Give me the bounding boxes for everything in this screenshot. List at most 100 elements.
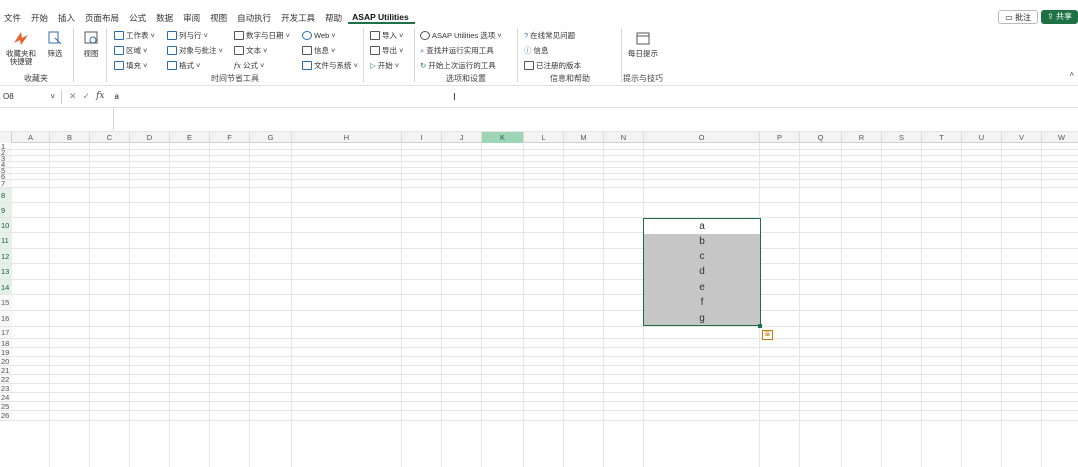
column-header[interactable]: K [482,132,524,143]
quick-analysis-icon[interactable]: ≣ [762,330,773,340]
row-header[interactable]: 11 [0,233,12,249]
filter-button[interactable]: 筛选 [42,28,68,58]
row-header[interactable]: 22 [0,375,12,384]
share-button[interactable]: ⇪ 共享 [1041,10,1078,24]
columns-rows-menu[interactable]: 列与行 ˅ [167,29,208,42]
group-options: ASAP Utilities 选项 ˅ ⌕ 查找并运行实用工具 ↻ 开始上次运行的工… [420,29,502,83]
column-header[interactable]: R [842,132,882,143]
row-header[interactable]: 8 [0,188,12,203]
numbers-dates-menu[interactable]: 数字与日期 ˅ [234,29,290,42]
rerun-last-tool-button[interactable]: ↻ 开始上次运行的工具 [420,59,496,72]
tab-file[interactable]: 文件 [0,0,27,24]
online-faq-button[interactable]: ? 在线常见问题 [524,29,575,42]
row-header[interactable]: 20 [0,357,12,366]
comment-button[interactable]: ▭ 批注 [998,10,1039,24]
range-menu[interactable]: 区域 ˅ [114,44,147,57]
tab-review[interactable]: 审阅 [179,0,206,24]
row-header[interactable]: 18 [0,339,12,348]
formulas-menu[interactable]: fx 公式 ˅ [234,59,264,72]
column-header[interactable]: F [210,132,250,143]
row-header[interactable]: 23 [0,384,12,393]
column-header[interactable]: A [12,132,50,143]
export-menu[interactable]: 导出 ˅ [370,44,403,57]
name-box[interactable]: O8 ˅ [0,89,58,105]
cancel-icon[interactable]: ✕ [69,91,77,102]
column-header[interactable]: H [292,132,402,143]
column-header[interactable]: I [402,132,442,143]
row-header[interactable]: 9 [0,203,12,218]
column-header[interactable]: T [922,132,962,143]
file-system-menu[interactable]: 文件与系统 ˅ [302,59,358,72]
asap-options-menu[interactable]: ASAP Utilities 选项 ˅ [420,29,502,42]
favorites-button[interactable]: 收藏夹和快捷键 [4,28,38,66]
fill-handle[interactable] [758,324,762,328]
ribbon-collapse-icon[interactable]: ˄ [1069,70,1074,79]
row-header[interactable]: 12 [0,249,12,264]
column-header[interactable]: P [760,132,800,143]
tab-developer[interactable]: 开发工具 [277,0,321,24]
tab-home[interactable]: 开始 [27,0,54,24]
column-header[interactable]: L [524,132,564,143]
column-header[interactable]: M [564,132,604,143]
view-button[interactable]: 视图 [78,28,104,58]
row-header[interactable]: 14 [0,280,12,295]
column-header[interactable]: C [90,132,130,143]
column-header[interactable]: G [250,132,292,143]
column-header[interactable]: Q [800,132,842,143]
row-header[interactable]: 17 [0,327,12,339]
information-menu[interactable]: 信息 ˅ [302,44,335,57]
row-header[interactable]: 15 [0,295,12,311]
tab-insert[interactable]: 插入 [54,0,81,24]
tab-automate[interactable]: 自动执行 [233,0,277,24]
gridline [209,143,210,467]
row-header[interactable]: 10 [0,218,12,233]
chevron-down-icon: ˅ [50,91,55,101]
gridline [12,232,1078,233]
tab-data[interactable]: 数据 [152,0,179,24]
column-header[interactable]: U [962,132,1002,143]
import-menu[interactable]: 导入 ˅ [370,29,403,42]
row-header[interactable]: 7 [0,180,12,188]
ribbon-separator [106,28,107,82]
column-header[interactable]: S [882,132,922,143]
objects-comments-menu[interactable]: 对象与批注 ˅ [167,44,223,57]
row-header[interactable]: 24 [0,393,12,402]
row-header[interactable]: 13 [0,264,12,280]
confirm-icon[interactable]: ✓ [83,91,91,102]
row-header[interactable]: 21 [0,366,12,375]
tab-help[interactable]: 帮助 [321,0,348,24]
tip-of-day-button[interactable]: 每日提示 [628,28,658,58]
text-menu[interactable]: 文本 ˅ [234,44,267,57]
find-run-tool-button[interactable]: ⌕ 查找并运行实用工具 [420,44,494,57]
fill-menu[interactable]: 填充 ˅ [114,59,147,72]
spreadsheet-grid[interactable]: ABCDEFGHIJKLMNOPQRSTUVW 1 2 3 4 5 6 7 8 9 10 11 12 1… [0,132,1078,467]
row-header[interactable]: 25 [0,402,12,411]
worksheets-menu[interactable]: 工作表 ˅ [114,29,155,42]
gridline [961,143,962,467]
tab-page-layout[interactable]: 页面布局 [81,0,125,24]
registered-version-button[interactable]: 已注册的版本 [524,59,581,72]
column-header[interactable]: V [1002,132,1042,143]
tab-view[interactable]: 视图 [206,0,233,24]
column-header[interactable]: W [1042,132,1078,143]
insert-function-icon[interactable]: fx [96,91,104,102]
row-header[interactable]: 19 [0,348,12,357]
formula-input[interactable]: a [115,92,119,101]
tab-asap-utilities[interactable]: ASAP Utilities [348,0,415,24]
tab-formulas[interactable]: 公式 [125,0,152,24]
column-header[interactable]: B [50,132,90,143]
gridline [12,217,1078,218]
formula-bar-expanded[interactable] [0,108,1078,132]
column-header[interactable]: O [644,132,760,143]
column-header[interactable]: N [604,132,644,143]
web-menu[interactable]: Web ˅ [302,29,336,42]
start-menu[interactable]: ▷ 开始 ˅ [370,59,399,72]
column-header[interactable]: D [130,132,170,143]
row-header[interactable]: 26 [0,411,12,421]
format-menu[interactable]: 格式 ˅ [167,59,200,72]
info-button[interactable]: ⓘ 信息 [524,44,549,57]
column-header[interactable]: J [442,132,482,143]
select-all-corner[interactable] [0,132,12,143]
row-header[interactable]: 16 [0,311,12,327]
column-header[interactable]: E [170,132,210,143]
